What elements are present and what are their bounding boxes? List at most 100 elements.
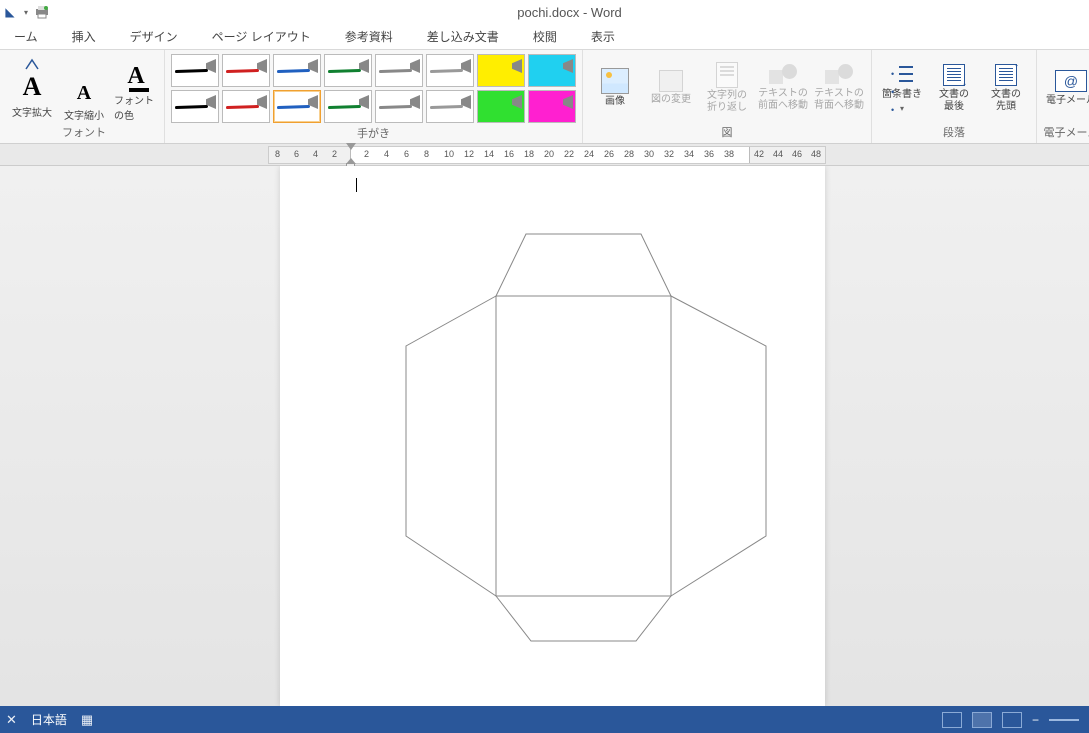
doc-end-button[interactable]: ↓ 文書の 最後: [930, 64, 978, 113]
ruler-tick: 4: [384, 149, 389, 159]
ruler-tick: 42: [754, 149, 764, 159]
send-backward-icon: [825, 64, 853, 86]
ruler-tick: 4: [313, 149, 318, 159]
document-area: [0, 166, 1089, 706]
ruler-tick: 38: [724, 149, 734, 159]
qat-dropdown-icon[interactable]: ◣: [2, 4, 18, 20]
language-indicator[interactable]: 日本語: [31, 711, 67, 728]
ink-swatch[interactable]: [324, 54, 372, 87]
change-picture-button: 図の変更: [645, 70, 697, 106]
tab-design[interactable]: デザイン: [122, 24, 186, 49]
text-cursor: [356, 178, 357, 192]
ruler-tick: 14: [484, 149, 494, 159]
ink-swatch[interactable]: [528, 90, 576, 123]
ruler-tick: 26: [604, 149, 614, 159]
shrink-font-button[interactable]: A 文字縮小: [62, 82, 106, 122]
envelope-shape[interactable]: [386, 226, 786, 646]
ruler-tick: 48: [811, 149, 821, 159]
tab-home[interactable]: ーム: [6, 24, 46, 49]
ribbon-group-font: A 文字拡大 A 文字縮小 A フォントの色 フォント: [0, 50, 165, 143]
quick-access-toolbar: ◣ ▾: [0, 4, 50, 20]
ink-swatch[interactable]: [222, 90, 270, 123]
tab-references[interactable]: 参考資料: [337, 24, 401, 49]
ruler-margin-left: [269, 147, 351, 163]
bring-forward-button: テキストの 前面へ移動: [757, 64, 809, 112]
ruler-tick: 10: [444, 149, 454, 159]
status-bar: ✕ 日本語 ▦ −: [0, 706, 1089, 733]
ruler-tick: 28: [624, 149, 634, 159]
email-button[interactable]: @ 電子メール: [1043, 70, 1089, 107]
print-layout-button[interactable]: [972, 712, 992, 728]
ruler-tick: 16: [504, 149, 514, 159]
font-color-button[interactable]: A フォントの色: [114, 63, 158, 122]
document-page[interactable]: [280, 166, 825, 706]
ruler-tick: 12: [464, 149, 474, 159]
ruler-tick: 2: [364, 149, 369, 159]
tab-layout[interactable]: ページ レイアウト: [204, 24, 319, 49]
bullets-icon: [891, 64, 913, 86]
ribbon-group-ink: 手がき: [165, 50, 583, 143]
zoom-out-button[interactable]: −: [1032, 713, 1039, 727]
ruler-tick: 2: [332, 149, 337, 159]
ruler-area: 8642246810121416182022242628303234363842…: [0, 144, 1089, 166]
web-layout-button[interactable]: [1002, 712, 1022, 728]
ink-group-label: 手がき: [171, 123, 576, 144]
quick-print-icon[interactable]: [34, 4, 50, 20]
zoom-slider[interactable]: [1049, 719, 1079, 721]
ink-swatch[interactable]: [222, 54, 270, 87]
first-line-indent-marker[interactable]: [346, 143, 356, 153]
ruler-tick: 34: [684, 149, 694, 159]
ink-swatch[interactable]: [171, 54, 219, 87]
ink-swatch[interactable]: [375, 54, 423, 87]
ribbon-group-picture: 画像 図の変更 文字列の 折り返し テキストの 前面へ移動 テキストの 背面へ移…: [583, 50, 872, 143]
tab-review[interactable]: 校閲: [525, 24, 565, 49]
tab-mailmerge[interactable]: 差し込み文書: [419, 24, 507, 49]
ruler-tick: 20: [544, 149, 554, 159]
picture-group-label: 図: [589, 122, 865, 143]
ink-swatch[interactable]: [477, 54, 525, 87]
ink-palette: [171, 54, 576, 123]
bullets-button[interactable]: 箇条書き ▾: [878, 64, 926, 113]
grow-font-button[interactable]: A 文字拡大: [10, 72, 54, 119]
spellcheck-icon[interactable]: ✕: [6, 712, 17, 728]
doc-start-button[interactable]: ↑ 文書の 先頭: [982, 64, 1030, 113]
ink-swatch[interactable]: [528, 54, 576, 87]
read-mode-button[interactable]: [942, 712, 962, 728]
font-group-label: フォント: [10, 122, 158, 143]
ribbon-group-email: @ 電子メール 電子メール: [1037, 50, 1089, 143]
horizontal-ruler[interactable]: 8642246810121416182022242628303234363842…: [268, 146, 826, 164]
ruler-tick: 24: [584, 149, 594, 159]
ruler-tick: 22: [564, 149, 574, 159]
grow-arrow-icon: [25, 58, 39, 70]
tab-view[interactable]: 表示: [583, 24, 623, 49]
ink-swatch[interactable]: [171, 90, 219, 123]
wrap-text-icon: [716, 62, 738, 88]
picture-button[interactable]: 画像: [589, 68, 641, 108]
paragraph-group-label: 段落: [878, 122, 1030, 143]
tab-insert[interactable]: 挿入: [64, 24, 104, 49]
ink-swatch[interactable]: [426, 54, 474, 87]
ruler-tick: 18: [524, 149, 534, 159]
ink-swatch[interactable]: [477, 90, 525, 123]
doc-end-icon: ↓: [943, 64, 965, 86]
ruler-tick: 6: [404, 149, 409, 159]
macro-icon[interactable]: ▦: [81, 712, 93, 728]
qat-caret-icon[interactable]: ▾: [24, 8, 28, 17]
bring-forward-icon: [769, 64, 797, 86]
ruler-tick: 6: [294, 149, 299, 159]
ink-swatch[interactable]: [324, 90, 372, 123]
ribbon-group-paragraph: 箇条書き ▾ ↓ 文書の 最後 ↑ 文書の 先頭 段落: [872, 50, 1037, 143]
ink-swatch[interactable]: [273, 54, 321, 87]
title-bar: ◣ ▾ pochi.docx - Word: [0, 0, 1089, 24]
picture-icon: [601, 68, 629, 94]
email-group-label: 電子メール: [1043, 122, 1089, 143]
wrap-text-button: 文字列の 折り返し: [701, 62, 753, 114]
ink-swatch[interactable]: [273, 90, 321, 123]
ribbon: A 文字拡大 A 文字縮小 A フォントの色 フォント 手がき 画像: [0, 50, 1089, 144]
ruler-tick: 46: [792, 149, 802, 159]
doc-start-icon: ↑: [995, 64, 1017, 86]
ruler-tick: 44: [773, 149, 783, 159]
ink-swatch[interactable]: [375, 90, 423, 123]
ink-swatch[interactable]: [426, 90, 474, 123]
email-icon: @: [1055, 70, 1087, 92]
